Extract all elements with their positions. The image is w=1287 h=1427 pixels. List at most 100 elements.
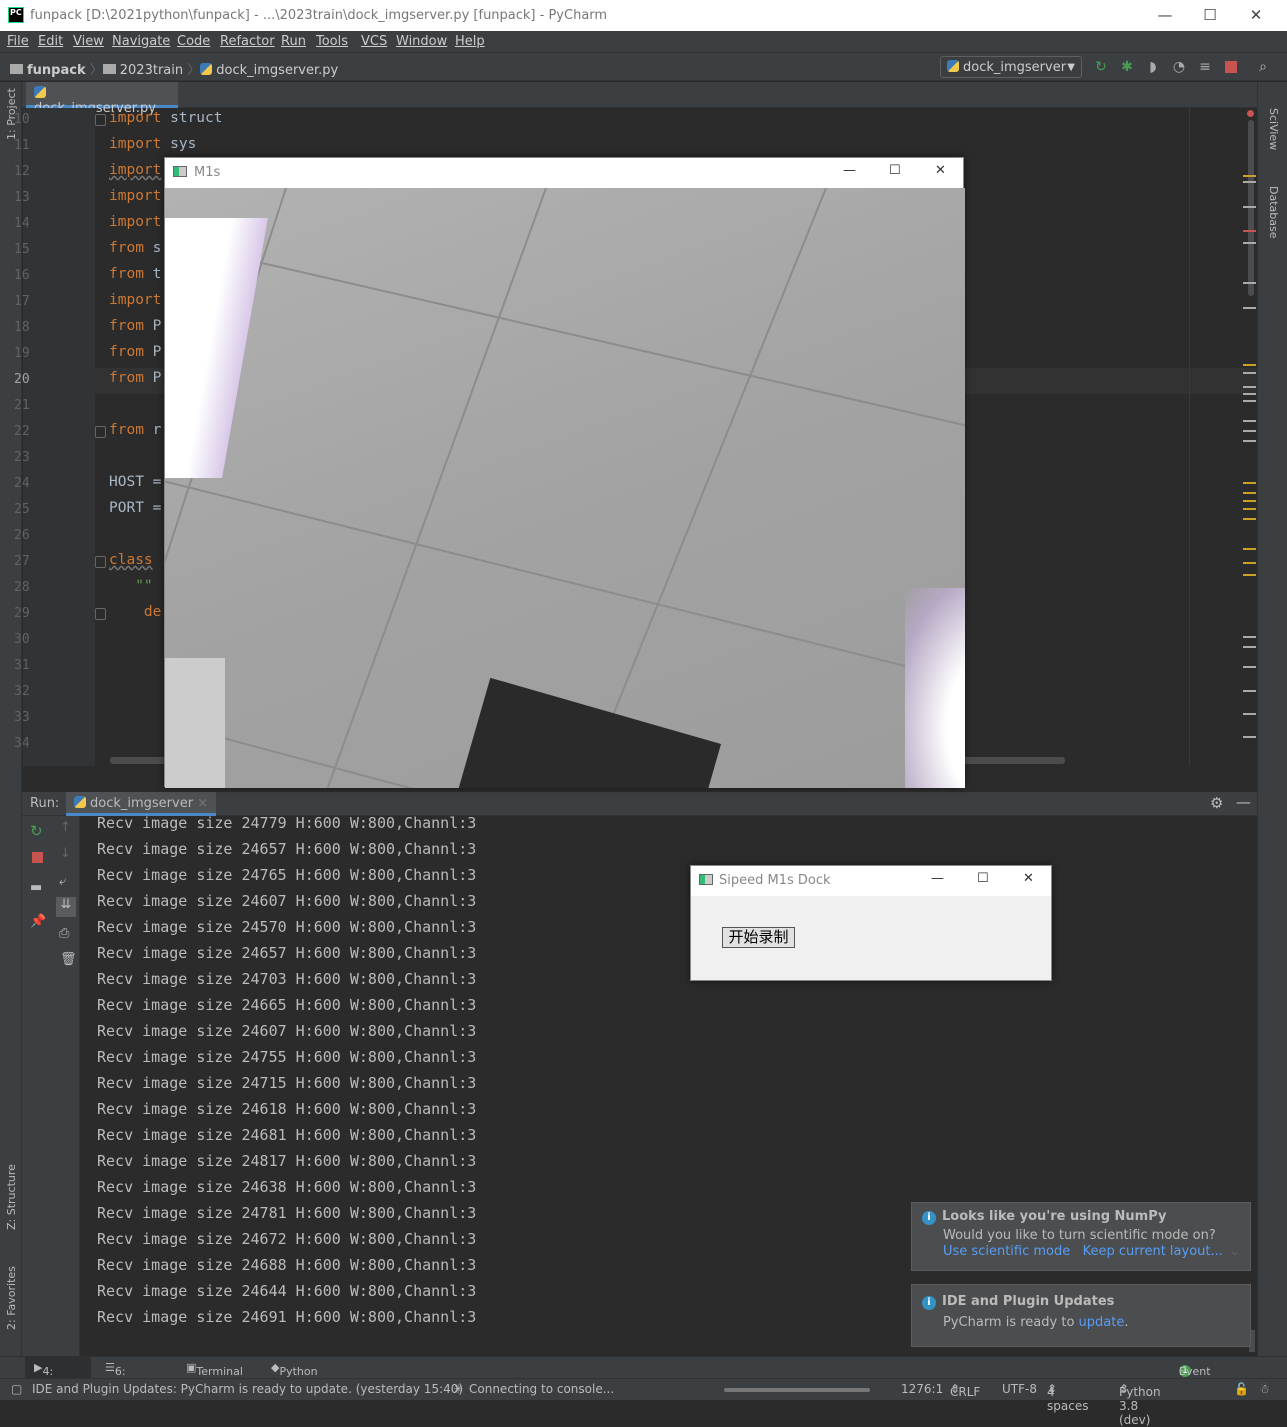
close-tab-icon[interactable]: × (197, 796, 208, 811)
profile-icon[interactable]: ◔ (1171, 59, 1187, 75)
sciview-tool-button[interactable]: SciView (1267, 108, 1280, 150)
scrollbar-marker[interactable] (1243, 393, 1256, 395)
maximize-button[interactable]: ☐ (889, 163, 901, 178)
scrollbar-marker[interactable] (1243, 242, 1256, 244)
scroll-to-end-icon[interactable]: ⇊ (56, 897, 76, 917)
scrollbar-marker[interactable] (1243, 492, 1256, 494)
minimize-button[interactable]: — (843, 163, 856, 178)
fold-marker-icon[interactable] (95, 556, 106, 568)
pin-icon[interactable]: 📌 (30, 914, 46, 929)
interpreter-select[interactable]: Python 3.8 (dev) ⇕ (1119, 1382, 1161, 1427)
up-arrow-icon[interactable]: ↑ (60, 820, 71, 835)
stop-icon[interactable] (32, 852, 43, 863)
scrollbar-marker[interactable] (1243, 400, 1256, 402)
menu-edit[interactable]: Edit (38, 34, 63, 49)
lock-icon[interactable]: 🔓 (1234, 1382, 1249, 1396)
down-arrow-icon[interactable]: ↓ (60, 846, 71, 861)
menu-view[interactable]: View (73, 34, 104, 49)
trash-icon[interactable]: 🗑 (60, 952, 77, 967)
coverage-icon[interactable]: ◗ (1145, 59, 1161, 75)
hide-icon[interactable]: — (1236, 793, 1251, 811)
scrollbar-marker[interactable] (1243, 574, 1256, 576)
scrollbar-marker[interactable] (1243, 372, 1256, 374)
gear-icon[interactable]: ⚙ (1210, 794, 1223, 812)
breadcrumb-project[interactable]: funpack (27, 63, 86, 78)
fold-marker-icon[interactable] (95, 608, 106, 620)
layout-icon[interactable]: ▬ (30, 880, 42, 895)
menu-navigate[interactable]: Navigate (112, 34, 170, 49)
editor-vertical-scrollbar[interactable] (1248, 120, 1254, 296)
menu-vcs[interactable]: VCS (361, 34, 387, 49)
line-separator-select[interactable]: CRLF ⇕ (950, 1382, 980, 1399)
scrollbar-marker[interactable] (1243, 508, 1256, 510)
scrollbar-marker[interactable] (1243, 548, 1256, 550)
scrollbar-marker[interactable] (1243, 690, 1256, 692)
terminal-tool-button[interactable]: ▣ Terminal (186, 1361, 243, 1378)
close-button[interactable]: ✕ (1023, 871, 1034, 886)
use-scientific-mode-link[interactable]: Use scientific mode (943, 1244, 1070, 1259)
scrollbar-marker[interactable] (1243, 364, 1256, 366)
scrollbar-marker[interactable] (1243, 562, 1256, 564)
fold-marker-icon[interactable] (95, 426, 106, 438)
structure-tool-button[interactable]: Z: Structure (5, 1164, 18, 1230)
encoding-select[interactable]: UTF-8 (1002, 1382, 1037, 1396)
maximize-button[interactable]: ☐ (977, 871, 989, 886)
debug-icon[interactable]: ✱ (1119, 59, 1135, 75)
inspector-icon[interactable]: ☃ (1259, 1382, 1270, 1396)
fold-marker-icon[interactable] (95, 114, 106, 126)
close-button[interactable]: ✕ (935, 163, 946, 178)
scrollbar-marker[interactable] (1243, 206, 1256, 208)
menu-run[interactable]: Run (281, 34, 306, 49)
soft-wrap-icon[interactable]: ⤶ (59, 874, 66, 889)
favorites-tool-button[interactable]: 2: Favorites (5, 1266, 18, 1330)
menu-tools[interactable]: Tools (316, 34, 348, 49)
scrollbar-marker[interactable] (1243, 440, 1256, 442)
breadcrumb-folder[interactable]: 2023train (120, 63, 183, 78)
close-button[interactable]: ✕ (1244, 4, 1268, 26)
minimize-button[interactable]: — (931, 871, 944, 886)
scrollbar-marker[interactable] (1243, 500, 1256, 502)
scrollbar-marker[interactable] (1243, 646, 1256, 648)
scrollbar-marker[interactable] (1243, 230, 1256, 232)
scrollbar-marker[interactable] (1243, 181, 1256, 183)
scrollbar-marker[interactable] (1243, 636, 1256, 638)
scrollbar-marker[interactable] (1243, 482, 1256, 484)
scrollbar-marker[interactable] (1243, 175, 1256, 177)
caret-position[interactable]: 1276:1 (901, 1382, 943, 1396)
scrollbar-marker[interactable] (1243, 386, 1256, 388)
start-recording-button[interactable]: 开始录制 (722, 927, 795, 948)
toggle-tool-windows-icon[interactable]: ▢ (11, 1382, 22, 1396)
menu-code[interactable]: Code (177, 34, 210, 49)
minimize-button[interactable]: — (1153, 4, 1177, 26)
indent-select[interactable]: 4 spaces ⇕ (1047, 1382, 1088, 1413)
scrollbar-marker[interactable] (1243, 420, 1256, 422)
todo-tool-button[interactable]: ☰ 6: TODO (105, 1361, 147, 1391)
error-indicator-icon[interactable] (1247, 110, 1254, 117)
scrollbar-marker[interactable] (1243, 518, 1256, 520)
keep-layout-link[interactable]: Keep current layout... (1083, 1244, 1223, 1259)
menu-refactor[interactable]: Refactor (220, 34, 275, 49)
scrollbar-marker[interactable] (1243, 713, 1256, 715)
scrollbar-marker[interactable] (1243, 307, 1256, 309)
chevron-down-icon[interactable]: ⌄ (1229, 1244, 1240, 1259)
run-tool-button[interactable]: ▶ 4: Run (34, 1361, 64, 1391)
menu-help[interactable]: Help (455, 34, 485, 49)
run-tab[interactable]: dock_imgserver × (66, 792, 217, 816)
scrollbar-marker[interactable] (1243, 282, 1256, 284)
stop-icon[interactable] (1225, 61, 1237, 73)
rerun-icon[interactable]: ↻ (1093, 59, 1109, 75)
breadcrumb-file[interactable]: dock_imgserver.py (216, 63, 338, 78)
scrollbar-marker[interactable] (1243, 736, 1256, 738)
search-icon[interactable]: ⌕ (1255, 59, 1271, 75)
python-console-tool-button[interactable]: ◆ Python Console (271, 1361, 323, 1391)
print-icon[interactable]: ⎙ (59, 926, 69, 941)
database-tool-button[interactable]: Database (1267, 186, 1280, 239)
editor-tab[interactable]: dock_imgserver.py × (26, 82, 178, 131)
menu-file[interactable]: File (7, 34, 29, 49)
run-configuration-select[interactable]: dock_imgserver ▼ (940, 56, 1082, 78)
menu-window[interactable]: Window (396, 34, 447, 49)
status-message[interactable]: IDE and Plugin Updates: PyCharm is ready… (32, 1382, 463, 1396)
update-link[interactable]: update (1079, 1315, 1125, 1330)
concurrency-icon[interactable]: ≡ (1197, 59, 1213, 75)
maximize-button[interactable]: ☐ (1198, 4, 1222, 26)
